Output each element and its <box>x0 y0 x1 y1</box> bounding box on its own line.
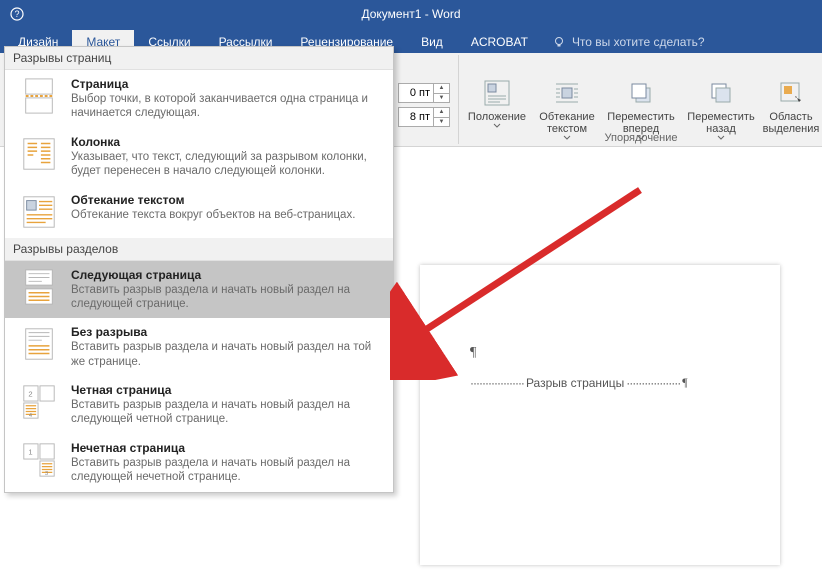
menu-item-text-wrapping[interactable]: Обтекание текстомОбтекание текста вокруг… <box>5 186 393 238</box>
column-break-icon <box>19 135 59 173</box>
menu-item-desc: Обтекание текста вокруг объектов на веб-… <box>71 208 355 222</box>
spacing-after-input[interactable] <box>399 108 433 126</box>
spin-down[interactable]: ▼ <box>434 118 449 127</box>
svg-text:2: 2 <box>28 389 32 398</box>
spin-up[interactable]: ▲ <box>434 84 449 94</box>
backward-icon <box>707 79 735 107</box>
arrange-group-caption: Упорядочение <box>462 132 820 144</box>
menu-item-title: Обтекание текстом <box>71 193 355 207</box>
bulb-icon <box>552 35 566 49</box>
section-breaks-header: Разрывы разделов <box>5 238 393 261</box>
menu-item-column[interactable]: КолонкаУказывает, что текст, следующий з… <box>5 128 393 186</box>
menu-item-desc: Вставить разрыв раздела и начать новый р… <box>71 340 383 369</box>
menu-item-desc: Вставить разрыв раздела и начать новый р… <box>71 283 383 312</box>
break-dots-right: ·················· <box>626 376 680 390</box>
menu-item-desc: Указывает, что текст, следующий за разры… <box>71 150 383 179</box>
menu-item-title: Страница <box>71 77 383 91</box>
svg-text:1: 1 <box>28 447 32 456</box>
menu-item-title: Колонка <box>71 135 383 149</box>
page-breaks-header: Разрывы страниц <box>5 47 393 70</box>
menu-item-odd-page[interactable]: 13 Нечетная страницаВставить разрыв разд… <box>5 434 393 492</box>
continuous-icon <box>19 325 59 363</box>
separator <box>458 55 459 144</box>
position-label: Положение <box>468 111 526 123</box>
page-break-icon <box>19 77 59 115</box>
breaks-menu: Разрывы страниц СтраницаВыбор точки, в к… <box>4 46 394 493</box>
spacing-before-input[interactable] <box>399 84 433 102</box>
menu-item-page[interactable]: СтраницаВыбор точки, в которой заканчива… <box>5 70 393 128</box>
spacing-after-spinbox[interactable]: ▲▼ <box>398 107 450 127</box>
window-title: Документ1 - Word <box>361 7 460 21</box>
menu-item-desc: Вставить разрыв раздела и начать новый р… <box>71 398 383 427</box>
menu-item-desc: Выбор точки, в которой заканчивается одн… <box>71 92 383 121</box>
menu-item-desc: Вставить разрыв раздела и начать новый р… <box>71 456 383 485</box>
menu-item-title: Четная страница <box>71 383 383 397</box>
position-icon <box>483 79 511 107</box>
menu-item-next-page[interactable]: Следующая страницаВставить разрыв раздел… <box>5 261 393 319</box>
menu-item-continuous[interactable]: Без разрываВставить разрыв раздела и нач… <box>5 318 393 376</box>
forward-icon <box>627 79 655 107</box>
title-bar: ? Документ1 - Word <box>0 0 822 28</box>
break-dots-left: ·················· <box>470 376 524 390</box>
menu-item-even-page[interactable]: 24 Четная страницаВставить разрыв раздел… <box>5 376 393 434</box>
menu-item-title: Следующая страница <box>71 268 383 282</box>
spin-up[interactable]: ▲ <box>434 108 449 118</box>
page-break-indicator: ·················· Разрыв страницы ·····… <box>470 375 688 390</box>
tab-acrobat[interactable]: ACROBAT <box>457 30 542 53</box>
svg-text:3: 3 <box>45 471 48 477</box>
document-page[interactable]: ¶ ·················· Разрыв страницы ···… <box>420 265 780 565</box>
next-page-icon <box>19 268 59 306</box>
tell-me-label: Что вы хотите сделать? <box>572 35 705 49</box>
paragraph-mark: ¶ <box>470 345 476 361</box>
menu-item-title: Без разрыва <box>71 325 383 339</box>
tab-view[interactable]: Вид <box>407 30 457 53</box>
even-page-icon: 24 <box>19 383 59 421</box>
menu-item-title: Нечетная страница <box>71 441 383 455</box>
help-icon[interactable]: ? <box>10 7 24 21</box>
wrap-icon <box>553 79 581 107</box>
paragraph-mark: ¶ <box>682 375 687 390</box>
chevron-down-icon <box>493 123 501 129</box>
svg-text:4: 4 <box>29 413 32 419</box>
svg-text:?: ? <box>14 9 19 19</box>
text-wrap-break-icon <box>19 193 59 231</box>
page-break-label: Разрыв страницы <box>526 376 624 390</box>
selection-pane-icon <box>777 79 805 107</box>
odd-page-icon: 13 <box>19 441 59 479</box>
tell-me-search[interactable]: Что вы хотите сделать? <box>542 31 715 53</box>
spacing-before-spinbox[interactable]: ▲▼ <box>398 83 450 103</box>
spin-down[interactable]: ▼ <box>434 94 449 103</box>
